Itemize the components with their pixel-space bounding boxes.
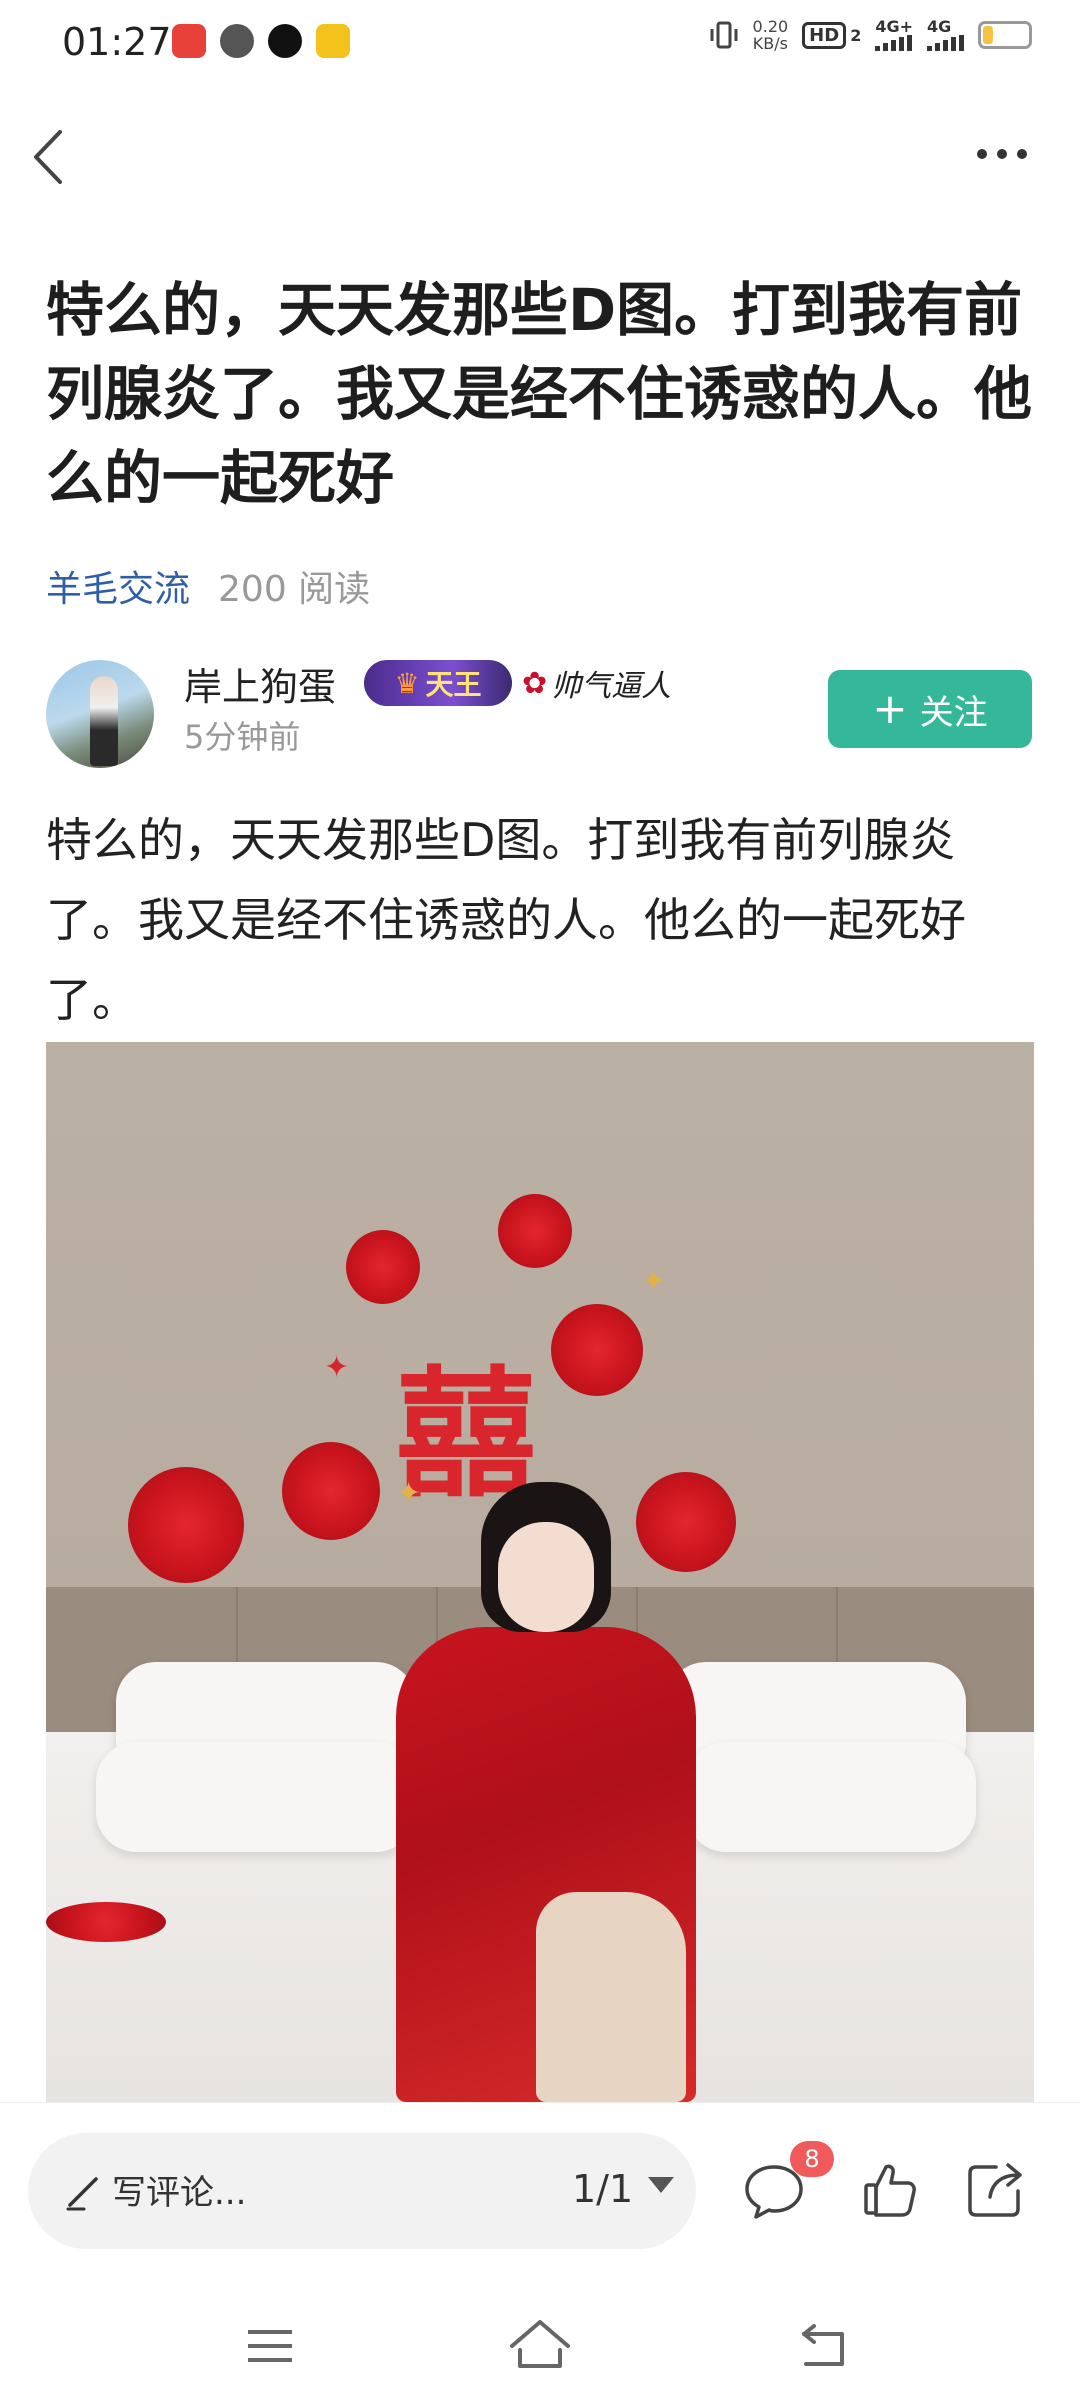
comment-placeholder: 写评论... — [112, 2173, 247, 2213]
post-image[interactable]: 囍 ✦ ✦ ✦ — [46, 1042, 1034, 2102]
crown-icon: ♛ — [394, 666, 420, 700]
message-icon — [220, 24, 254, 58]
post-meta: 羊毛交流 200 阅读 — [46, 560, 370, 612]
network-speed: 0.20 KB/s — [753, 18, 789, 52]
signal-icon: 4G+ — [875, 19, 913, 51]
signal-label: 4G — [927, 17, 952, 36]
avatar[interactable] — [46, 660, 154, 768]
like-icon[interactable] — [862, 2159, 918, 2219]
caret-down-icon[interactable] — [648, 2177, 674, 2193]
hd-label: HD — [809, 24, 840, 46]
post-body: 特么的，天天发那些D图。打到我有前列腺炎了。我又是经不住诱惑的人。他么的一起死好… — [46, 813, 966, 1027]
battery-icon: 23 — [978, 21, 1032, 49]
signal-icon: 4G — [927, 19, 964, 51]
network-speed-value: 0.20 — [752, 17, 789, 36]
read-count: 200 阅读 — [218, 569, 371, 610]
signal-label: 4G+ — [875, 17, 913, 36]
butterfly-icon: ✦ — [641, 1264, 667, 1299]
plus-icon: + — [872, 684, 908, 733]
circle-link[interactable]: 羊毛交流 — [46, 569, 190, 610]
more-icon[interactable] — [972, 142, 1032, 166]
hd-sub: 2 — [850, 25, 862, 45]
status-bar: 01:27 0.20 KB/s HD 2 4G+ 4G 23 — [0, 0, 1080, 88]
follow-label: 关注 — [919, 692, 988, 733]
comment-count-badge: 8 — [790, 2141, 834, 2177]
share-icon[interactable] — [966, 2157, 1026, 2219]
battery-level: 23 — [991, 23, 1019, 47]
status-app-icons — [172, 24, 350, 58]
post-title: 特么的，天天发那些D图。打到我有前列腺炎了。我又是经不住诱惑的人。他么的一起死好 — [46, 276, 1033, 512]
app-notification-icon — [316, 24, 350, 58]
user-badge-handsome: ✿ 帅气逼人 — [522, 656, 704, 710]
badge-king-label: 天王 — [425, 668, 482, 701]
app-notification-icon — [172, 24, 206, 58]
nav-menu-icon[interactable] — [246, 2326, 294, 2366]
system-navigation-bar — [0, 2288, 1080, 2408]
hd-icon: HD — [802, 21, 847, 49]
qq-icon — [268, 24, 302, 58]
back-icon[interactable] — [28, 122, 68, 192]
status-time: 01:27 — [62, 20, 172, 64]
butterfly-icon: ✦ — [324, 1350, 350, 1385]
badge-handsome-label: 帅气逼人 — [551, 669, 672, 704]
status-indicators: 0.20 KB/s HD 2 4G+ 4G 23 — [709, 18, 1032, 52]
vibrate-icon — [710, 21, 738, 49]
nav-back-icon[interactable] — [798, 2322, 850, 2368]
plum-blossom-icon: ✿ — [522, 665, 548, 701]
author-name[interactable]: 岸上狗蛋 — [184, 656, 336, 711]
bride-figure — [386, 1482, 706, 2102]
action-bar: 写评论... 1/1 8 — [0, 2102, 1080, 2289]
nav-home-icon[interactable] — [508, 2316, 572, 2372]
page-indicator[interactable]: 1/1 — [572, 2167, 633, 2211]
user-badge-king: ♛ 天王 — [364, 660, 512, 706]
comment-input[interactable]: 写评论... 1/1 — [28, 2133, 696, 2249]
post-time: 5分钟前 — [184, 718, 301, 756]
pencil-icon — [66, 2177, 98, 2211]
network-speed-unit: KB/s — [752, 34, 788, 53]
follow-button[interactable]: + 关注 — [828, 670, 1032, 748]
